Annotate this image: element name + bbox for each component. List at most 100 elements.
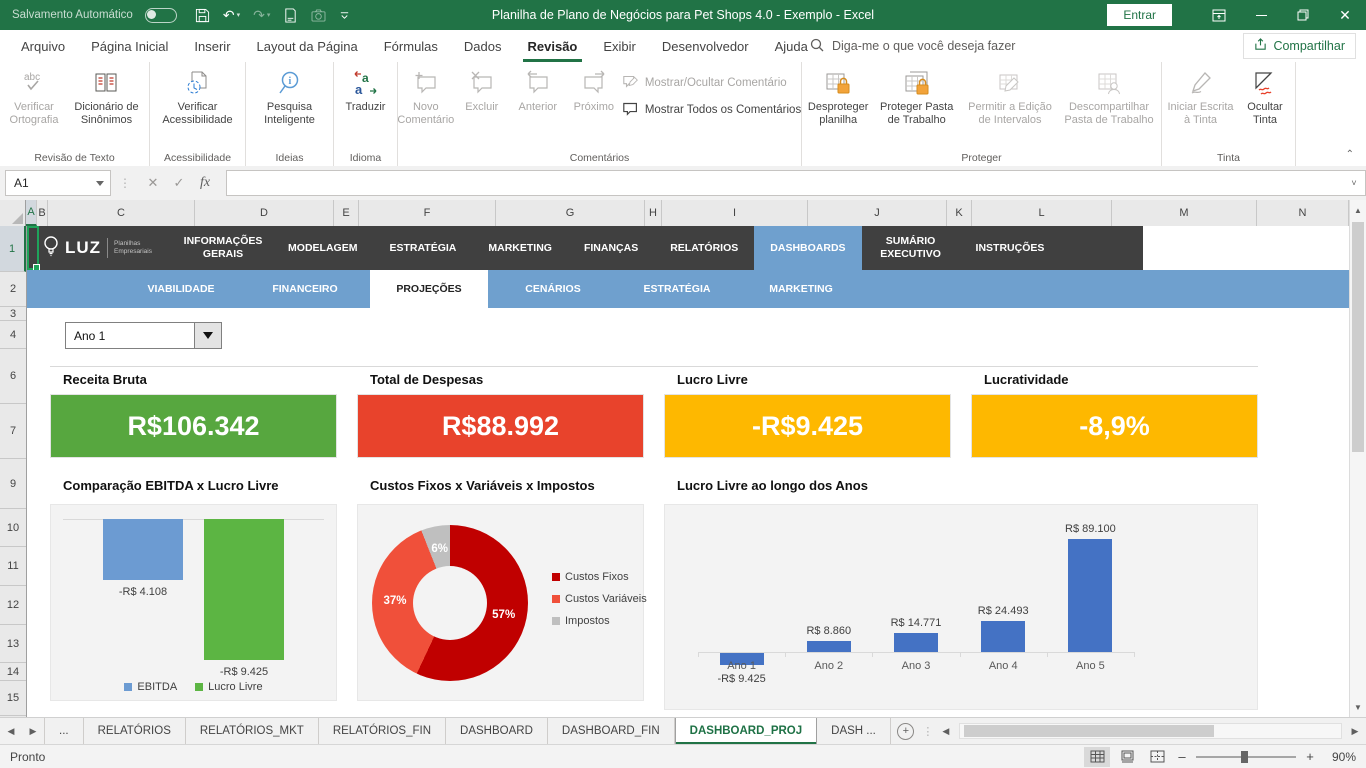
workbook-nav-informacoes-gerais[interactable]: INFORMAÇÕES GERAIS xyxy=(174,226,272,270)
column-header-b[interactable]: B xyxy=(37,200,48,226)
close-icon[interactable]: ✕ xyxy=(1324,0,1366,30)
collapse-ribbon-icon[interactable]: ⌃ xyxy=(1346,149,1354,160)
column-header-f[interactable]: F xyxy=(359,200,496,226)
page-layout-view-icon[interactable] xyxy=(1114,747,1140,767)
row-header-12[interactable]: 12 xyxy=(0,586,26,625)
dicionario-de-sinonimos-button[interactable]: Dicionário de Sinônimos xyxy=(66,66,147,129)
workbook-nav-marketing[interactable]: MARKETING xyxy=(472,226,568,270)
normal-view-icon[interactable] xyxy=(1084,747,1110,767)
save-icon[interactable] xyxy=(195,8,210,23)
column-header-a[interactable]: A xyxy=(26,200,37,226)
sheet-tab-dashboard-fin[interactable]: DASHBOARD_FIN xyxy=(548,718,675,744)
vertical-scroll-thumb[interactable] xyxy=(1352,222,1364,452)
share-button[interactable]: Compartilhar xyxy=(1243,33,1356,59)
undo-icon[interactable]: ↶▾ xyxy=(223,7,240,24)
workbook-nav-sumario-executivo[interactable]: SUMÁRIO EXECUTIVO xyxy=(862,226,960,270)
ribbon-tab-pagina-inicial[interactable]: Página Inicial xyxy=(78,30,181,62)
ribbon-tab-desenvolvedor[interactable]: Desenvolvedor xyxy=(649,30,762,62)
column-header-h[interactable]: H xyxy=(645,200,662,226)
customize-quick-access-icon[interactable] xyxy=(339,10,350,21)
zoom-out-icon[interactable]: – xyxy=(1174,749,1190,764)
name-box[interactable]: A1 xyxy=(5,170,111,196)
year-dropdown[interactable]: Ano 1 xyxy=(65,322,222,349)
sign-in-button[interactable]: Entrar xyxy=(1107,4,1172,26)
insert-function-icon[interactable]: fx xyxy=(192,171,218,195)
formula-input[interactable] xyxy=(226,170,1343,196)
column-header-j[interactable]: J xyxy=(808,200,947,226)
name-box-dropdown-icon[interactable] xyxy=(96,181,104,186)
row-header-4[interactable]: 4 xyxy=(0,321,26,349)
row-header-1[interactable]: 1 xyxy=(0,226,26,272)
print-icon[interactable] xyxy=(283,8,298,23)
ribbon-tab-formulas[interactable]: Fórmulas xyxy=(371,30,451,62)
row-header-14[interactable]: 14 xyxy=(0,663,26,681)
dropdown-arrow-icon[interactable] xyxy=(194,323,221,348)
minimize-icon[interactable] xyxy=(1240,0,1282,30)
workbook-nav-instrucoes[interactable]: INSTRUÇÕES xyxy=(960,226,1061,270)
dashboard-nav-estrategia[interactable]: ESTRATÉGIA xyxy=(618,270,736,308)
cancel-icon[interactable]: ✕ xyxy=(140,171,166,195)
column-header-g[interactable]: G xyxy=(496,200,645,226)
horizontal-scroll-thumb[interactable] xyxy=(964,725,1214,737)
scroll-up-icon[interactable]: ▲ xyxy=(1350,202,1366,218)
column-header-k[interactable]: K xyxy=(947,200,972,226)
horizontal-scrollbar[interactable] xyxy=(959,723,1342,739)
column-header-n[interactable]: N xyxy=(1257,200,1349,226)
sheet-tab-dashboard-proj[interactable]: DASHBOARD_PROJ xyxy=(675,718,817,744)
autosave-toggle[interactable] xyxy=(145,8,177,23)
column-header-l[interactable]: L xyxy=(972,200,1112,226)
hscroll-left-icon[interactable]: ◀ xyxy=(935,718,957,744)
mostrar-todos-os-comentarios-button[interactable]: Mostrar Todos os Comentários xyxy=(622,99,801,120)
enter-icon[interactable]: ✓ xyxy=(166,171,192,195)
sheet-nav-right-icon[interactable]: ▶ xyxy=(22,718,44,744)
ribbon-tab-inserir[interactable]: Inserir xyxy=(181,30,243,62)
zoom-in-icon[interactable]: + xyxy=(1302,749,1318,764)
row-header-15[interactable]: 15 xyxy=(0,681,26,716)
column-header-m[interactable]: M xyxy=(1112,200,1257,226)
row-header-6[interactable]: 6 xyxy=(0,349,26,404)
workbook-nav-relatorios[interactable]: RELATÓRIOS xyxy=(654,226,754,270)
dashboard-nav-projecoes[interactable]: PROJEÇÕES xyxy=(370,270,488,308)
dashboard-nav-cenarios[interactable]: CENÁRIOS xyxy=(494,270,612,308)
ribbon-tab-revisao[interactable]: Revisão xyxy=(515,30,591,62)
sheet-tab-relatorios-mkt[interactable]: RELATÓRIOS_MKT xyxy=(186,718,319,744)
new-sheet-button[interactable]: + xyxy=(891,718,921,744)
ocultar-tinta-button[interactable]: Ocultar Tinta xyxy=(1237,66,1293,129)
restore-icon[interactable] xyxy=(1282,0,1324,30)
workbook-nav-estrategia[interactable]: ESTRATÉGIA xyxy=(373,226,472,270)
ribbon-tab-layout-da-pagina[interactable]: Layout da Página xyxy=(244,30,371,62)
row-header-7[interactable]: 7 xyxy=(0,404,26,459)
row-header-10[interactable]: 10 xyxy=(0,509,26,547)
expand-formula-bar-icon[interactable]: ˅ xyxy=(1343,170,1366,196)
scroll-down-icon[interactable]: ▼ xyxy=(1350,699,1366,715)
page-break-preview-icon[interactable] xyxy=(1144,747,1170,767)
ribbon-tab-dados[interactable]: Dados xyxy=(451,30,515,62)
column-header-c[interactable]: C xyxy=(48,200,195,226)
row-header-9[interactable]: 9 xyxy=(0,459,26,509)
zoom-level[interactable]: 90% xyxy=(1322,750,1360,764)
workbook-nav-modelagem[interactable]: MODELAGEM xyxy=(272,226,373,270)
zoom-slider-thumb[interactable] xyxy=(1241,751,1248,763)
sheet-tab-[interactable]: ... xyxy=(44,718,84,744)
hscroll-right-icon[interactable]: ▶ xyxy=(1344,718,1366,744)
ribbon-tab-arquivo[interactable]: Arquivo xyxy=(8,30,78,62)
sheet-tab-relatorios-fin[interactable]: RELATÓRIOS_FIN xyxy=(319,718,446,744)
row-header-11[interactable]: 11 xyxy=(0,547,26,586)
traduzir-button[interactable]: aaTraduzir xyxy=(338,66,394,116)
select-all-corner[interactable] xyxy=(0,200,26,226)
workbook-nav-financas[interactable]: FINANÇAS xyxy=(568,226,654,270)
proteger-pasta-de-trabalho-button[interactable]: Proteger Pasta de Trabalho xyxy=(872,66,961,129)
row-header-3[interactable]: 3 xyxy=(0,307,26,321)
desproteger-planilha-button[interactable]: Desproteger planilha xyxy=(804,66,872,129)
sheet-nav-left-icon[interactable]: ◀ xyxy=(0,718,22,744)
ribbon-display-options-icon[interactable] xyxy=(1198,0,1240,30)
sheet-tab-relatorios[interactable]: RELATÓRIOS xyxy=(84,718,186,744)
column-header-d[interactable]: D xyxy=(195,200,334,226)
dashboard-nav-viabilidade[interactable]: VIABILIDADE xyxy=(122,270,240,308)
sheet-tab-dashboard[interactable]: DASHBOARD xyxy=(446,718,548,744)
tell-me-search[interactable]: Diga-me o que você deseja fazer xyxy=(810,38,1015,55)
verificar-acessibilidade-button[interactable]: Verificar Acessibilidade xyxy=(152,66,243,129)
sheet-tab-dash[interactable]: DASH ... xyxy=(817,718,891,744)
row-header-13[interactable]: 13 xyxy=(0,625,26,663)
row-header-2[interactable]: 2 xyxy=(0,272,26,307)
